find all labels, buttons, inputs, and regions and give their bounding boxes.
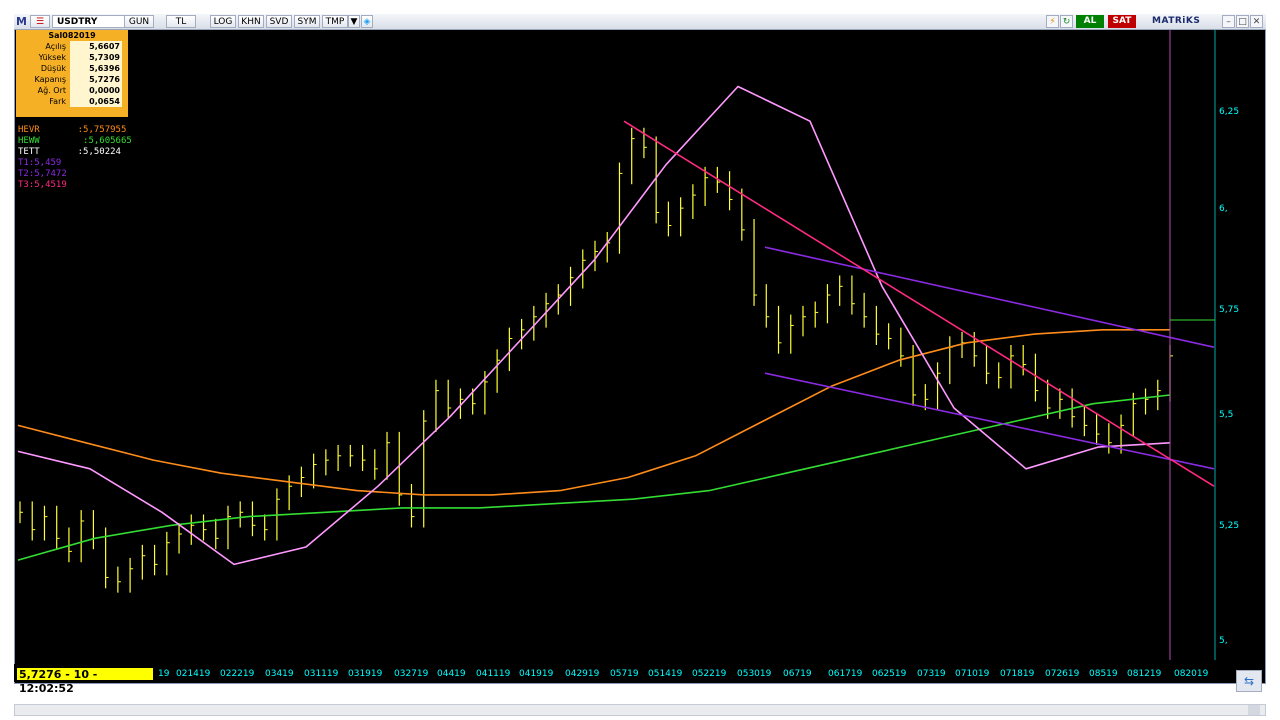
x-tick-label: 052219 [692,669,727,679]
x-tick-label: 053019 [737,669,772,679]
indicator-t2: T2:5,7472 [18,169,67,179]
info-value: 5,7276 [70,74,122,85]
info-row: Düşük 5,6396 [16,63,128,74]
info-label: Fark [49,97,66,106]
info-row: Açılış 5,6607 [16,41,128,52]
info-label: Ağ. Ort [37,86,66,95]
y-tick-label: 5,5 [1219,410,1234,420]
x-tick-label: 06719 [783,669,812,679]
ohlc-info-box: Sal082019 Açılış 5,6607 Yüksek 5,7309 Düşü… [16,30,128,117]
info-value: 5,6607 [70,41,122,52]
info-date: Sal082019 [48,31,96,40]
y-tick-label: 5,25 [1219,521,1240,531]
x-tick-label: 031119 [304,669,339,679]
info-label: Yüksek [38,53,66,62]
scrollbar-thumb[interactable] [1248,705,1260,715]
indicator-line-hevr [17,329,1170,496]
info-value: 0,0654 [70,96,122,107]
indicator-t1: T1:5,459 [18,158,62,168]
indicator-line-t2 [764,246,1215,348]
x-tick-label: 042919 [565,669,600,679]
x-tick-label: 032719 [394,669,429,679]
info-value: 5,7309 [70,52,122,63]
x-tick-label: 19 [158,669,170,679]
indicator-lines [17,85,1215,566]
x-tick-label: 081219 [1127,669,1162,679]
info-row: Kapanış 5,7276 [16,74,128,85]
indicator-heww: HEWW :5,605665 [18,136,132,146]
x-tick-label: 061719 [828,669,863,679]
price-chart[interactable] [0,0,1280,720]
horizontal-scrollbar[interactable] [14,704,1266,716]
indicator-tett: TETT :5,50224 [18,147,121,157]
x-tick-label: 04419 [437,669,466,679]
y-tick-label: 5,75 [1219,305,1240,315]
x-tick-label: 03419 [265,669,294,679]
x-tick-label: 051419 [648,669,683,679]
x-tick-label: 021419 [176,669,211,679]
x-tick-label: 07319 [917,669,946,679]
x-tick-label: 08519 [1089,669,1118,679]
info-row: Yüksek 5,7309 [16,52,128,63]
x-tick-label: 071019 [955,669,990,679]
x-tick-label: 022219 [220,669,255,679]
info-label: Açılış [45,42,66,51]
x-tick-label: 041119 [476,669,511,679]
x-tick-label: 071819 [1000,669,1035,679]
info-row: Fark 0,0654 [16,96,128,107]
scroll-corner-icon[interactable]: ⇆ [1236,670,1262,692]
info-label: Kapanış [34,75,66,84]
x-tick-label: 031919 [348,669,383,679]
indicator-line-t1 [764,372,1215,470]
price-readout: 5,7276 - 10 - 12:02:52 [16,667,154,695]
info-value: 5,6396 [70,63,122,74]
indicator-line-t3 [623,120,1215,487]
info-value: 0,0000 [70,85,122,96]
info-label: Düşük [40,64,66,73]
x-tick-label: 041919 [519,669,554,679]
indicator-line-tett [17,85,1171,566]
indicator-t3: T3:5,4519 [18,180,67,190]
info-row: Ağ. Ort 0,0000 [16,85,128,96]
y-tick-label: 5, [1219,636,1228,646]
x-tick-label: 072619 [1045,669,1080,679]
indicator-hevr: HEVR :5,757955 [18,125,127,135]
x-tick-label: 05719 [610,669,639,679]
x-tick-label: 062519 [872,669,907,679]
y-tick-label: 6,25 [1219,107,1240,117]
x-tick-label: 082019 [1174,669,1209,679]
y-tick-label: 6, [1219,204,1228,214]
